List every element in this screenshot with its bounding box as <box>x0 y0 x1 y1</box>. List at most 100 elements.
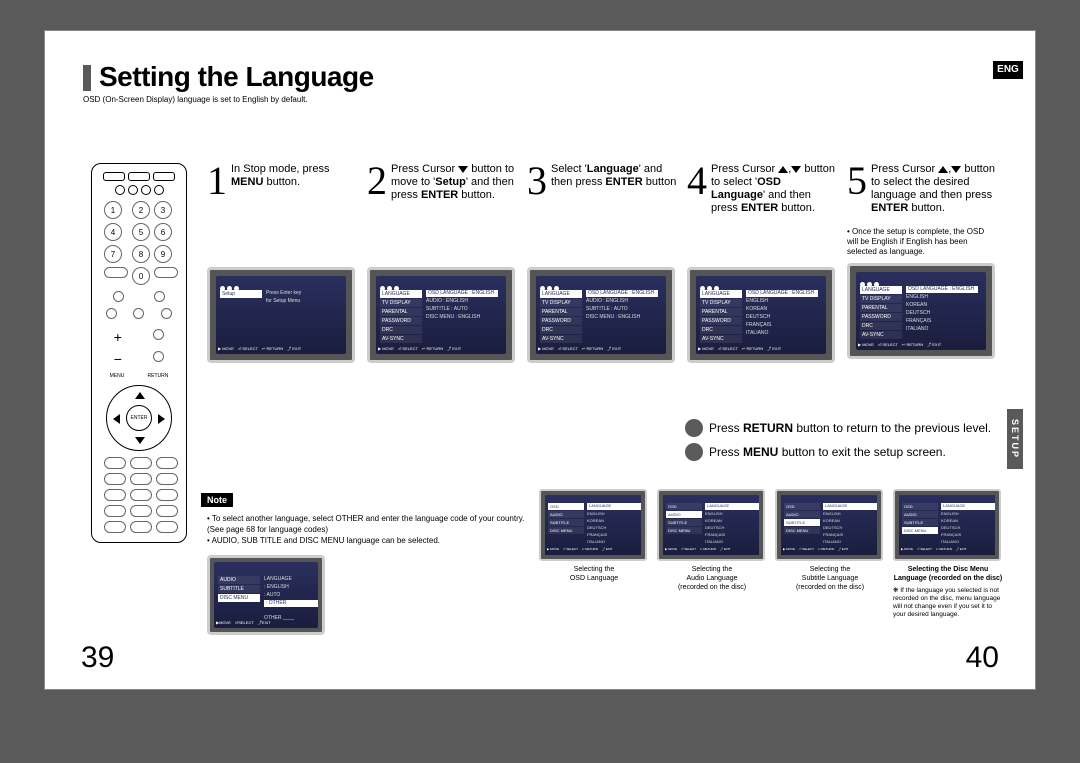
mini-caption: Selecting theOSD Language <box>539 565 649 583</box>
remote-power-icon <box>115 185 125 195</box>
remote-info <box>104 457 126 469</box>
num-2: 2 <box>132 201 150 219</box>
num-3: 3 <box>154 201 172 219</box>
remote-dpad: ENTER <box>106 385 172 451</box>
remote-next-icon <box>154 291 165 302</box>
remote-tv-button <box>103 172 125 181</box>
remote-play-icon <box>106 308 117 319</box>
page-number-left: 39 <box>81 641 114 675</box>
remote-tvvideo-icon <box>154 185 164 195</box>
remote-step <box>156 457 178 469</box>
mini-caption: Selecting theSubtitle Language(recorded … <box>775 565 885 592</box>
dpad-left-icon <box>113 414 120 424</box>
num-6: 6 <box>154 223 172 241</box>
osd-screen-step-4: LANGUAGETV DISPLAYPARENTALPASSWORDDRCAV-… <box>687 267 835 363</box>
step-number: 5 <box>847 163 867 199</box>
remote-cancel2 <box>104 473 126 485</box>
remote-illustration: 1 2 3 4 5 6 7 8 9 0 + − <box>91 163 187 543</box>
remote-eject-icon <box>128 185 138 195</box>
step-text: Press Cursor button to move to 'Setup' a… <box>391 163 517 202</box>
num-1: 1 <box>104 201 122 219</box>
num-5: 5 <box>132 223 150 241</box>
asterisk-note: ❋ If the language you selected is not re… <box>893 587 1003 619</box>
language-badge: ENG <box>993 61 1023 79</box>
mini-screen-3: OSDAUDIOSUBTITLEDISC MENULANGUAGEENGLISH… <box>775 489 885 619</box>
remote-repeat <box>130 489 152 501</box>
bullet-icon <box>685 443 703 461</box>
remote-hdmiaudio <box>156 521 178 533</box>
step-number: 4 <box>687 163 707 199</box>
remote-numpad: 1 2 3 4 5 6 7 8 9 0 <box>98 201 180 285</box>
post-step5-note: Once the setup is complete, the OSD will… <box>847 227 997 257</box>
step-3: 3Select 'Language' and then press ENTER … <box>527 163 677 363</box>
info-menu: Press MENU button to exit the setup scre… <box>685 443 1015 461</box>
header: Setting the Language <box>83 61 1003 93</box>
note-line-2: AUDIO, SUB TITLE and DISC MENU language … <box>207 535 537 546</box>
remote-slow <box>104 505 126 517</box>
osd-screen-step-5: LANGUAGETV DISPLAYPARENTALPASSWORDDRCAV-… <box>847 263 995 359</box>
remote-source-icon <box>141 185 151 195</box>
remote-pause-icon <box>161 308 172 319</box>
step-text: In Stop mode, press MENU button. <box>231 163 357 189</box>
step-text: Select 'Language' and then press ENTER b… <box>551 163 677 189</box>
accent-bar <box>83 65 91 91</box>
remote-zoom <box>104 489 126 501</box>
osd-screen-step-1: SetupPress Enter keyfor Setup Menu▶ MOVE… <box>207 267 355 363</box>
mini-caption: Selecting theAudio Language(recorded on … <box>657 565 767 592</box>
bullet-icon <box>685 419 703 437</box>
remote-return-label: RETURN <box>148 373 169 379</box>
step-2: 2Press Cursor button to move to 'Setup' … <box>367 163 517 363</box>
num-9: 9 <box>154 245 172 263</box>
step-text: Press Cursor , button to select 'OSD Lan… <box>711 163 837 215</box>
manual-page: Setting the Language ENG OSD (On-Screen … <box>44 30 1036 690</box>
num-4: 4 <box>104 223 122 241</box>
remote-sleep <box>156 489 178 501</box>
remote-audio <box>130 473 152 485</box>
dpad-right-icon <box>158 414 165 424</box>
bottom-screens: OSDAUDIOSUBTITLEDISC MENULANGUAGEENGLISH… <box>539 489 1019 619</box>
remote-remain <box>104 267 128 278</box>
remote-sdhd <box>130 521 152 533</box>
remote-stop-icon <box>133 308 144 319</box>
step-number: 1 <box>207 163 227 199</box>
steps-row: 1In Stop mode, press MENU button. SetupPr… <box>207 163 1007 363</box>
dpad-down-icon <box>135 437 145 444</box>
remote-dvd-button <box>128 172 150 181</box>
step-1: 1In Stop mode, press MENU button. SetupPr… <box>207 163 357 363</box>
remote-cancel <box>154 267 178 278</box>
subtitle: OSD (On-Screen Display) language is set … <box>83 95 308 104</box>
dpad-up-icon <box>135 392 145 399</box>
num-8: 8 <box>132 245 150 263</box>
osd-screen-step-3: LANGUAGETV DISPLAYPARENTALPASSWORDDRCAV-… <box>527 267 675 363</box>
remote-dimmer <box>156 505 178 517</box>
setup-tab: SETUP <box>1007 409 1023 469</box>
remote-logo <box>156 473 178 485</box>
remote-ezview <box>104 521 126 533</box>
step-5: 5Press Cursor , button to select the des… <box>847 163 997 363</box>
remote-bottom-grid <box>98 457 180 533</box>
info-box: Press RETURN button to return to the pre… <box>685 419 1015 467</box>
remote-enter-button: ENTER <box>126 405 152 431</box>
remote-tuner2 <box>130 505 152 517</box>
remote-prev-icon <box>113 291 124 302</box>
num-0: 0 <box>132 267 150 285</box>
remote-subtitle <box>130 457 152 469</box>
osd-screen-note: AUDIO SUBTITLE DISC MENU LANGUAGE : ENGL… <box>207 555 325 635</box>
mini-caption: Selecting the Disc MenuLanguage (recorde… <box>893 565 1003 583</box>
step-number: 2 <box>367 163 387 199</box>
num-7: 7 <box>104 245 122 263</box>
remote-vol-plus-icon: + <box>114 329 122 345</box>
page-number-right: 40 <box>966 641 999 675</box>
remote-mute-icon <box>153 329 164 340</box>
mini-screen-4: OSDAUDIOSUBTITLEDISC MENULANGUAGEENGLISH… <box>893 489 1003 619</box>
remote-tuner-button <box>153 172 175 181</box>
note-line-1: To select another language, select OTHER… <box>207 513 537 535</box>
remote-ch-icon <box>153 351 164 362</box>
remote-vol-minus-icon: − <box>114 351 122 367</box>
step-number: 3 <box>527 163 547 199</box>
step-text: Press Cursor , button to select the desi… <box>871 163 997 215</box>
page-title: Setting the Language <box>99 61 374 93</box>
step-4: 4Press Cursor , button to select 'OSD La… <box>687 163 837 363</box>
extra-screen-wrap: AUDIO SUBTITLE DISC MENU LANGUAGE : ENGL… <box>207 555 327 635</box>
osd-screen-step-2: LANGUAGETV DISPLAYPARENTALPASSWORDDRCAV-… <box>367 267 515 363</box>
